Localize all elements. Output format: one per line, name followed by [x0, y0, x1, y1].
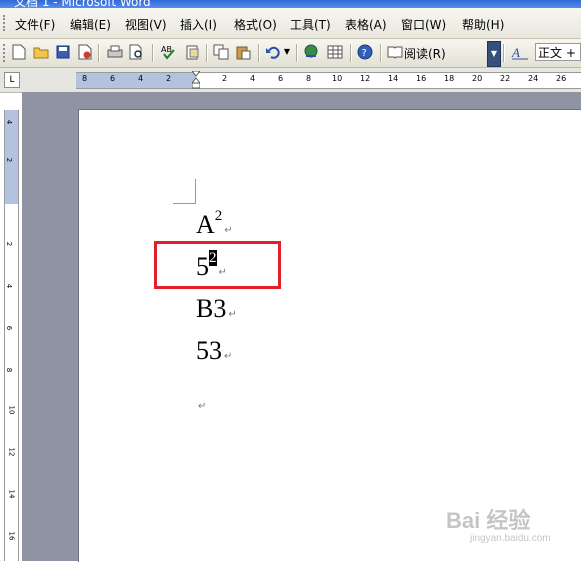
margin-corner-mark — [173, 179, 196, 204]
ruler-tick: 14 — [7, 489, 16, 499]
svg-text:?: ? — [362, 48, 367, 59]
indent-marker-icon[interactable] — [192, 71, 200, 89]
menu-view[interactable]: 视图(V) — [125, 16, 167, 33]
window-title: 文档 1 - Microsoft Word — [14, 0, 151, 8]
ruler-tick: 2 — [222, 74, 228, 83]
paragraph-mark-icon: ↵ — [224, 225, 233, 236]
menu-help[interactable]: 帮助(H) — [462, 16, 504, 33]
document-line[interactable]: 53 ↵ — [196, 336, 232, 366]
ruler-tick: 6 — [278, 74, 284, 83]
research-icon[interactable] — [184, 43, 202, 61]
document-page[interactable] — [78, 109, 581, 562]
hyperlink-icon[interactable] — [302, 43, 320, 61]
ruler-tick: 6 — [110, 74, 116, 83]
menu-tools[interactable]: 工具(T) — [290, 16, 331, 33]
help-icon[interactable]: ? — [356, 43, 374, 61]
print-preview-icon[interactable] — [128, 43, 146, 61]
toolbar-separator — [503, 44, 505, 62]
ruler-tick: 6 — [5, 325, 14, 331]
read-button-label[interactable]: 阅读(R) — [404, 45, 446, 62]
title-bar: 文档 1 - Microsoft Word — [0, 0, 581, 8]
ruler-tick: 14 — [388, 74, 399, 83]
ruler-tick: 2 — [166, 74, 172, 83]
table-icon[interactable] — [326, 43, 344, 61]
toolbar-separator — [98, 44, 100, 62]
document-line[interactable]: A2↵ — [196, 208, 233, 240]
document-line[interactable]: B3 ↵ — [196, 294, 237, 324]
menu-insert[interactable]: 插入(I) — [180, 16, 217, 33]
menu-format[interactable]: 格式(O) — [234, 16, 277, 33]
ruler-tick: 8 — [82, 74, 88, 83]
ruler-tick: 20 — [472, 74, 483, 83]
read-icon[interactable] — [386, 43, 404, 61]
undo-dropdown-chevron-down-icon[interactable]: ▼ — [282, 43, 292, 61]
style-dropdown[interactable]: 正文 + 1 — [535, 43, 581, 61]
toolbar-grip[interactable] — [3, 44, 5, 62]
styles-icon[interactable]: A — [511, 43, 529, 61]
toolbar-separator — [296, 44, 298, 62]
ruler-tick: 26 — [556, 74, 567, 83]
paragraph-mark-icon: ↵ — [198, 401, 207, 412]
ruler-tick: 4 — [138, 74, 144, 83]
ruler-tick: 24 — [528, 74, 539, 83]
toolbar-separator — [258, 44, 260, 62]
watermark-url: jingyan.baidu.com — [470, 533, 551, 544]
open-icon[interactable] — [32, 43, 50, 61]
document-line[interactable]: ↵ — [196, 386, 206, 416]
menu-file[interactable]: 文件(F) — [15, 16, 55, 33]
ruler-tick: 2 — [5, 157, 14, 163]
ruler-tick: 2 — [5, 241, 14, 247]
toolbar-options-chevron-down-icon[interactable]: ▼ — [487, 41, 501, 67]
ruler-margin-shade — [76, 73, 196, 88]
ruler-tick: 4 — [5, 119, 14, 125]
toolbar-separator — [206, 44, 208, 62]
standard-toolbar: AB ▼ ? 阅读(R) ▼ A 正文 + 1 — [0, 39, 581, 68]
ruler-tick: 10 — [7, 405, 16, 415]
ruler-tick: 8 — [5, 367, 14, 373]
ruler-tick: 22 — [500, 74, 511, 83]
superscript-text: 2 — [214, 208, 223, 225]
ruler-tick: 4 — [250, 74, 256, 83]
vertical-ruler[interactable]: 4 2 2 4 6 8 10 12 14 16 — [4, 110, 19, 561]
line-base-text: B3 — [196, 294, 227, 323]
ruler-tick: 12 — [360, 74, 371, 83]
ruler-tick: 4 — [5, 283, 14, 289]
toolbar-separator — [380, 44, 382, 62]
tab-selector[interactable]: L — [4, 72, 20, 88]
toolbar-separator — [152, 44, 154, 62]
paragraph-mark-icon: ↵ — [224, 351, 233, 362]
watermark: Bai 经验 — [446, 508, 531, 533]
ruler-tick: 16 — [7, 531, 16, 541]
ruler-tick: 12 — [7, 447, 16, 457]
ruler-tick: 16 — [416, 74, 427, 83]
permission-icon[interactable] — [76, 43, 94, 61]
print-icon[interactable] — [106, 43, 124, 61]
menu-window[interactable]: 窗口(W) — [401, 16, 446, 33]
menubar-grip[interactable] — [3, 15, 8, 31]
save-icon[interactable] — [54, 43, 72, 61]
line-base-text: A — [196, 210, 215, 239]
menu-edit[interactable]: 编辑(E) — [70, 16, 111, 33]
new-icon[interactable] — [10, 43, 28, 61]
svg-text:A: A — [511, 45, 520, 60]
copy-icon[interactable] — [212, 43, 230, 61]
undo-icon[interactable] — [264, 43, 282, 61]
paragraph-mark-icon: ↵ — [228, 309, 237, 320]
ruler-tick: 18 — [444, 74, 455, 83]
highlight-box — [154, 241, 281, 289]
toolbar-separator — [350, 44, 352, 62]
menu-bar: 文件(F) 编辑(E) 视图(V) 插入(I) 格式(O) 工具(T) 表格(A… — [0, 8, 581, 39]
svg-text:AB: AB — [161, 45, 172, 54]
horizontal-ruler[interactable]: 8 6 4 2 2 4 6 8 10 12 14 16 18 20 22 24 … — [76, 71, 581, 89]
ruler-bar: L 8 6 4 2 2 4 6 8 10 12 14 16 18 20 22 2… — [0, 68, 581, 93]
menu-table[interactable]: 表格(A) — [345, 16, 387, 33]
line-base-text: 53 — [196, 336, 222, 365]
ruler-tick: 8 — [306, 74, 312, 83]
ruler-tick: 10 — [332, 74, 343, 83]
spelling-icon[interactable]: AB — [160, 43, 178, 61]
paste-icon[interactable] — [234, 43, 252, 61]
